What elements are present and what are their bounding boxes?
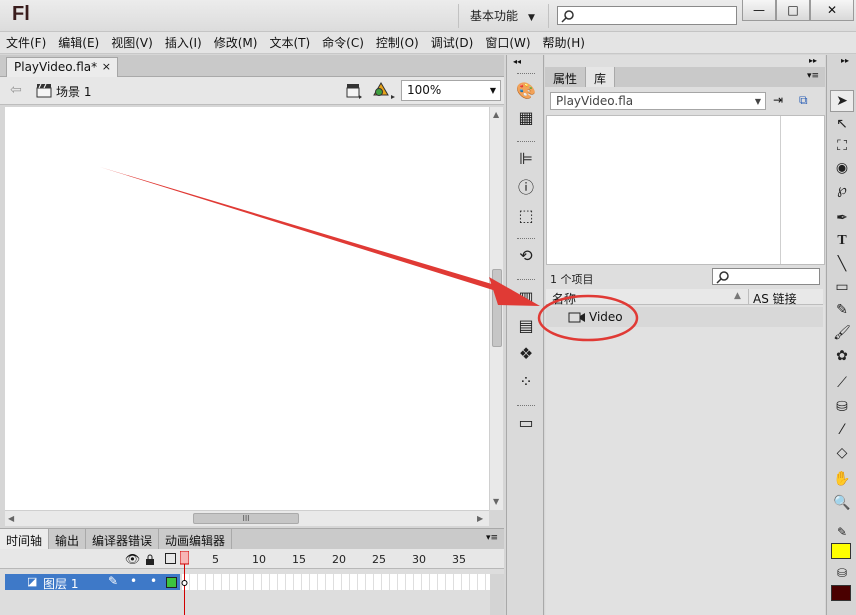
annotation-arrow-shaft — [100, 167, 512, 295]
annotation-overlay — [100, 167, 639, 342]
annotation-arrowhead — [489, 277, 540, 306]
annotation-circle — [537, 294, 639, 342]
